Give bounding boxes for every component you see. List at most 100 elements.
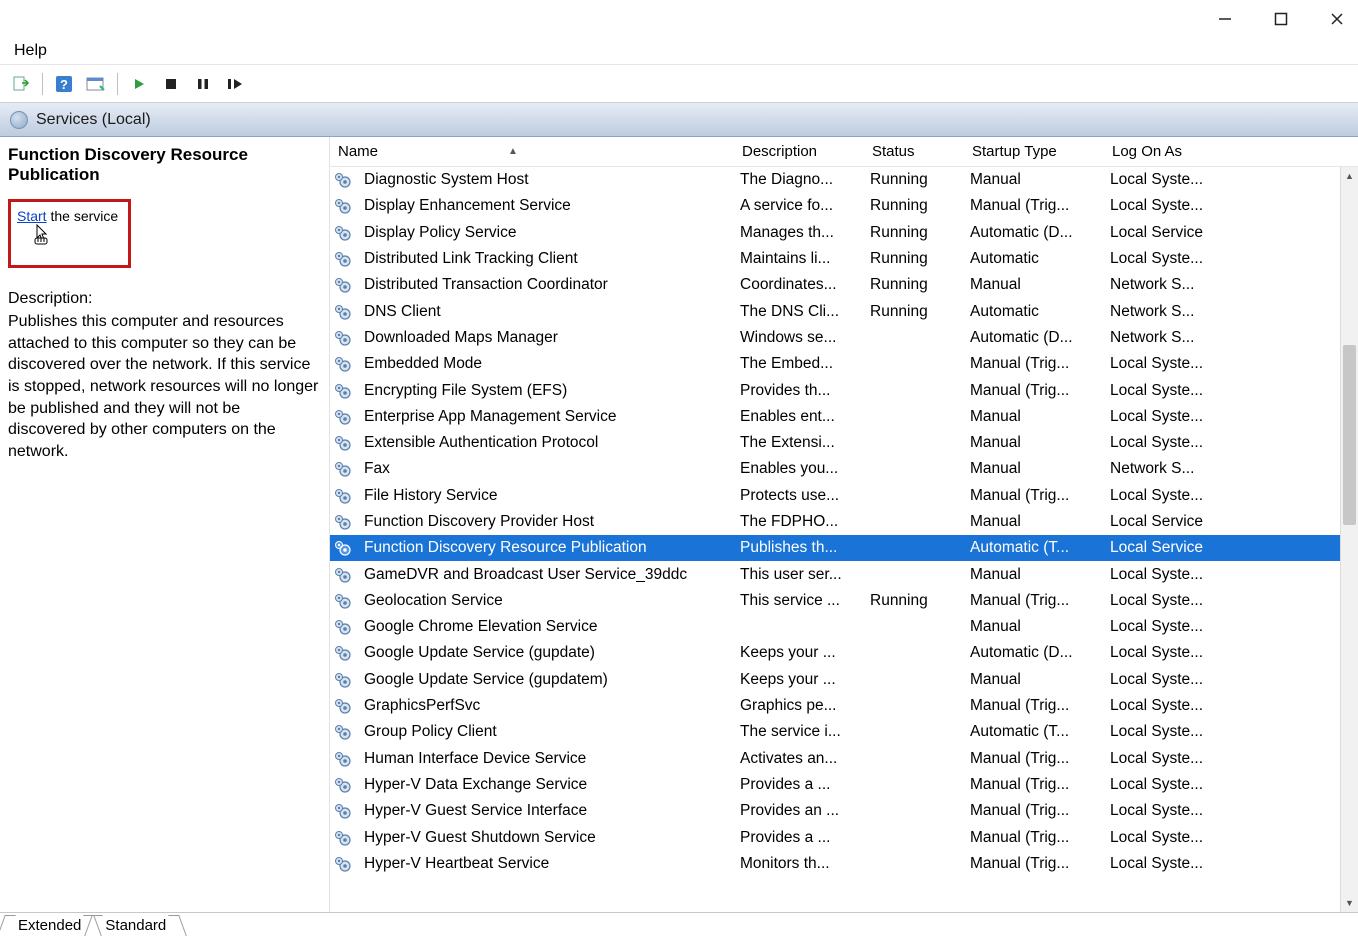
service-name: GraphicsPerfSvc xyxy=(358,697,734,715)
stop-service-icon[interactable] xyxy=(158,72,184,96)
service-row[interactable]: Geolocation Service This service ... Run… xyxy=(330,588,1358,614)
service-row[interactable]: Display Enhancement Service A service fo… xyxy=(330,193,1358,219)
service-name: File History Service xyxy=(358,487,734,505)
service-startup-type: Manual xyxy=(964,171,1104,189)
column-header-startup-type[interactable]: Startup Type xyxy=(964,139,1104,164)
service-icon xyxy=(334,618,352,636)
column-header-description[interactable]: Description xyxy=(734,139,864,164)
service-row[interactable]: Hyper-V Data Exchange Service Provides a… xyxy=(330,772,1358,798)
service-startup-type: Automatic (D... xyxy=(964,644,1104,662)
service-description: Provides th... xyxy=(734,382,864,400)
service-startup-type: Manual xyxy=(964,460,1104,478)
start-service-link[interactable]: Start xyxy=(17,208,47,224)
service-icon xyxy=(334,487,352,505)
service-description: Maintains li... xyxy=(734,250,864,268)
service-row[interactable]: Encrypting File System (EFS) Provides th… xyxy=(330,377,1358,403)
service-status: Running xyxy=(864,197,964,215)
service-row[interactable]: Embedded Mode The Embed... Manual (Trig.… xyxy=(330,351,1358,377)
service-description: Windows se... xyxy=(734,329,864,347)
service-description: Provides an ... xyxy=(734,802,864,820)
service-row[interactable]: Function Discovery Provider Host The FDP… xyxy=(330,509,1358,535)
service-log-on-as: Local Syste... xyxy=(1104,355,1254,373)
column-header-log-on-as[interactable]: Log On As xyxy=(1104,139,1254,164)
service-row[interactable]: Display Policy Service Manages th... Run… xyxy=(330,220,1358,246)
service-startup-type: Manual (Trig... xyxy=(964,750,1104,768)
service-icon xyxy=(334,197,352,215)
service-row[interactable]: Hyper-V Guest Service Interface Provides… xyxy=(330,798,1358,824)
restart-service-icon[interactable] xyxy=(222,72,248,96)
service-row[interactable]: Extensible Authentication Protocol The E… xyxy=(330,430,1358,456)
service-name: Hyper-V Guest Shutdown Service xyxy=(358,829,734,847)
window-titlebar xyxy=(0,0,1358,38)
service-description: Manages th... xyxy=(734,224,864,242)
tab-standard[interactable]: Standard xyxy=(93,915,178,936)
service-startup-type: Manual xyxy=(964,408,1104,426)
tab-extended[interactable]: Extended xyxy=(6,915,93,936)
service-icon xyxy=(334,855,352,873)
service-row[interactable]: Google Chrome Elevation Service Manual L… xyxy=(330,614,1358,640)
service-name: Distributed Link Tracking Client xyxy=(358,250,734,268)
service-row[interactable]: Function Discovery Resource Publication … xyxy=(330,535,1358,561)
service-name: Google Chrome Elevation Service xyxy=(358,618,734,636)
service-name: Enterprise App Management Service xyxy=(358,408,734,426)
service-row[interactable]: Google Update Service (gupdate) Keeps yo… xyxy=(330,640,1358,666)
close-button[interactable] xyxy=(1322,4,1352,34)
minimize-button[interactable] xyxy=(1210,4,1240,34)
service-log-on-as: Local Service xyxy=(1104,539,1254,557)
properties-icon[interactable] xyxy=(83,72,109,96)
services-node-label[interactable]: Services (Local) xyxy=(36,111,151,129)
service-row[interactable]: Distributed Transaction Coordinator Coor… xyxy=(330,272,1358,298)
service-row[interactable]: Fax Enables you... Manual Network S... xyxy=(330,456,1358,482)
column-header-name[interactable]: Name ▲ xyxy=(330,139,734,164)
service-log-on-as: Network S... xyxy=(1104,329,1254,347)
export-list-icon[interactable] xyxy=(8,72,34,96)
service-row[interactable]: Human Interface Device Service Activates… xyxy=(330,746,1358,772)
start-service-icon[interactable] xyxy=(126,72,152,96)
service-row[interactable]: Group Policy Client The service i... Aut… xyxy=(330,719,1358,745)
service-name: DNS Client xyxy=(358,303,734,321)
pause-service-icon[interactable] xyxy=(190,72,216,96)
service-log-on-as: Local Syste... xyxy=(1104,829,1254,847)
service-startup-type: Manual (Trig... xyxy=(964,197,1104,215)
service-row[interactable]: Diagnostic System Host The Diagno... Run… xyxy=(330,167,1358,193)
scroll-up-icon[interactable]: ▲ xyxy=(1341,167,1358,185)
service-icon xyxy=(334,224,352,242)
service-name: Hyper-V Data Exchange Service xyxy=(358,776,734,794)
vertical-scrollbar[interactable]: ▲ ▼ xyxy=(1340,167,1358,912)
sort-indicator-icon: ▲ xyxy=(508,146,518,157)
service-name: Display Enhancement Service xyxy=(358,197,734,215)
service-row[interactable]: GraphicsPerfSvc Graphics pe... Manual (T… xyxy=(330,693,1358,719)
service-row[interactable]: Distributed Link Tracking Client Maintai… xyxy=(330,246,1358,272)
services-rows: Diagnostic System Host The Diagno... Run… xyxy=(330,167,1358,912)
service-startup-type: Manual xyxy=(964,434,1104,452)
service-row[interactable]: File History Service Protects use... Man… xyxy=(330,483,1358,509)
scroll-track[interactable] xyxy=(1341,185,1358,894)
service-log-on-as: Local Syste... xyxy=(1104,382,1254,400)
service-row[interactable]: Enterprise App Management Service Enable… xyxy=(330,404,1358,430)
menu-help[interactable]: Help xyxy=(14,42,47,59)
help-icon[interactable]: ? xyxy=(51,72,77,96)
service-row[interactable]: Hyper-V Heartbeat Service Monitors th...… xyxy=(330,851,1358,877)
service-name: Diagnostic System Host xyxy=(358,171,734,189)
service-log-on-as: Local Syste... xyxy=(1104,644,1254,662)
service-log-on-as: Local Syste... xyxy=(1104,250,1254,268)
service-icon xyxy=(334,750,352,768)
service-name: Encrypting File System (EFS) xyxy=(358,382,734,400)
service-icon xyxy=(334,566,352,584)
service-row[interactable]: Google Update Service (gupdatem) Keeps y… xyxy=(330,667,1358,693)
scroll-thumb[interactable] xyxy=(1343,345,1356,525)
service-name: Geolocation Service xyxy=(358,592,734,610)
service-name: Function Discovery Resource Publication xyxy=(358,539,734,557)
service-row[interactable]: GameDVR and Broadcast User Service_39ddc… xyxy=(330,561,1358,587)
service-row[interactable]: Downloaded Maps Manager Windows se... Au… xyxy=(330,325,1358,351)
service-description: Keeps your ... xyxy=(734,644,864,662)
toolbar-separator xyxy=(117,73,118,95)
maximize-button[interactable] xyxy=(1266,4,1296,34)
scroll-down-icon[interactable]: ▼ xyxy=(1341,894,1358,912)
service-icon xyxy=(334,303,352,321)
service-icon xyxy=(334,776,352,794)
column-header-status[interactable]: Status xyxy=(864,139,964,164)
service-icon xyxy=(334,644,352,662)
service-row[interactable]: DNS Client The DNS Cli... Running Automa… xyxy=(330,298,1358,324)
service-row[interactable]: Hyper-V Guest Shutdown Service Provides … xyxy=(330,824,1358,850)
